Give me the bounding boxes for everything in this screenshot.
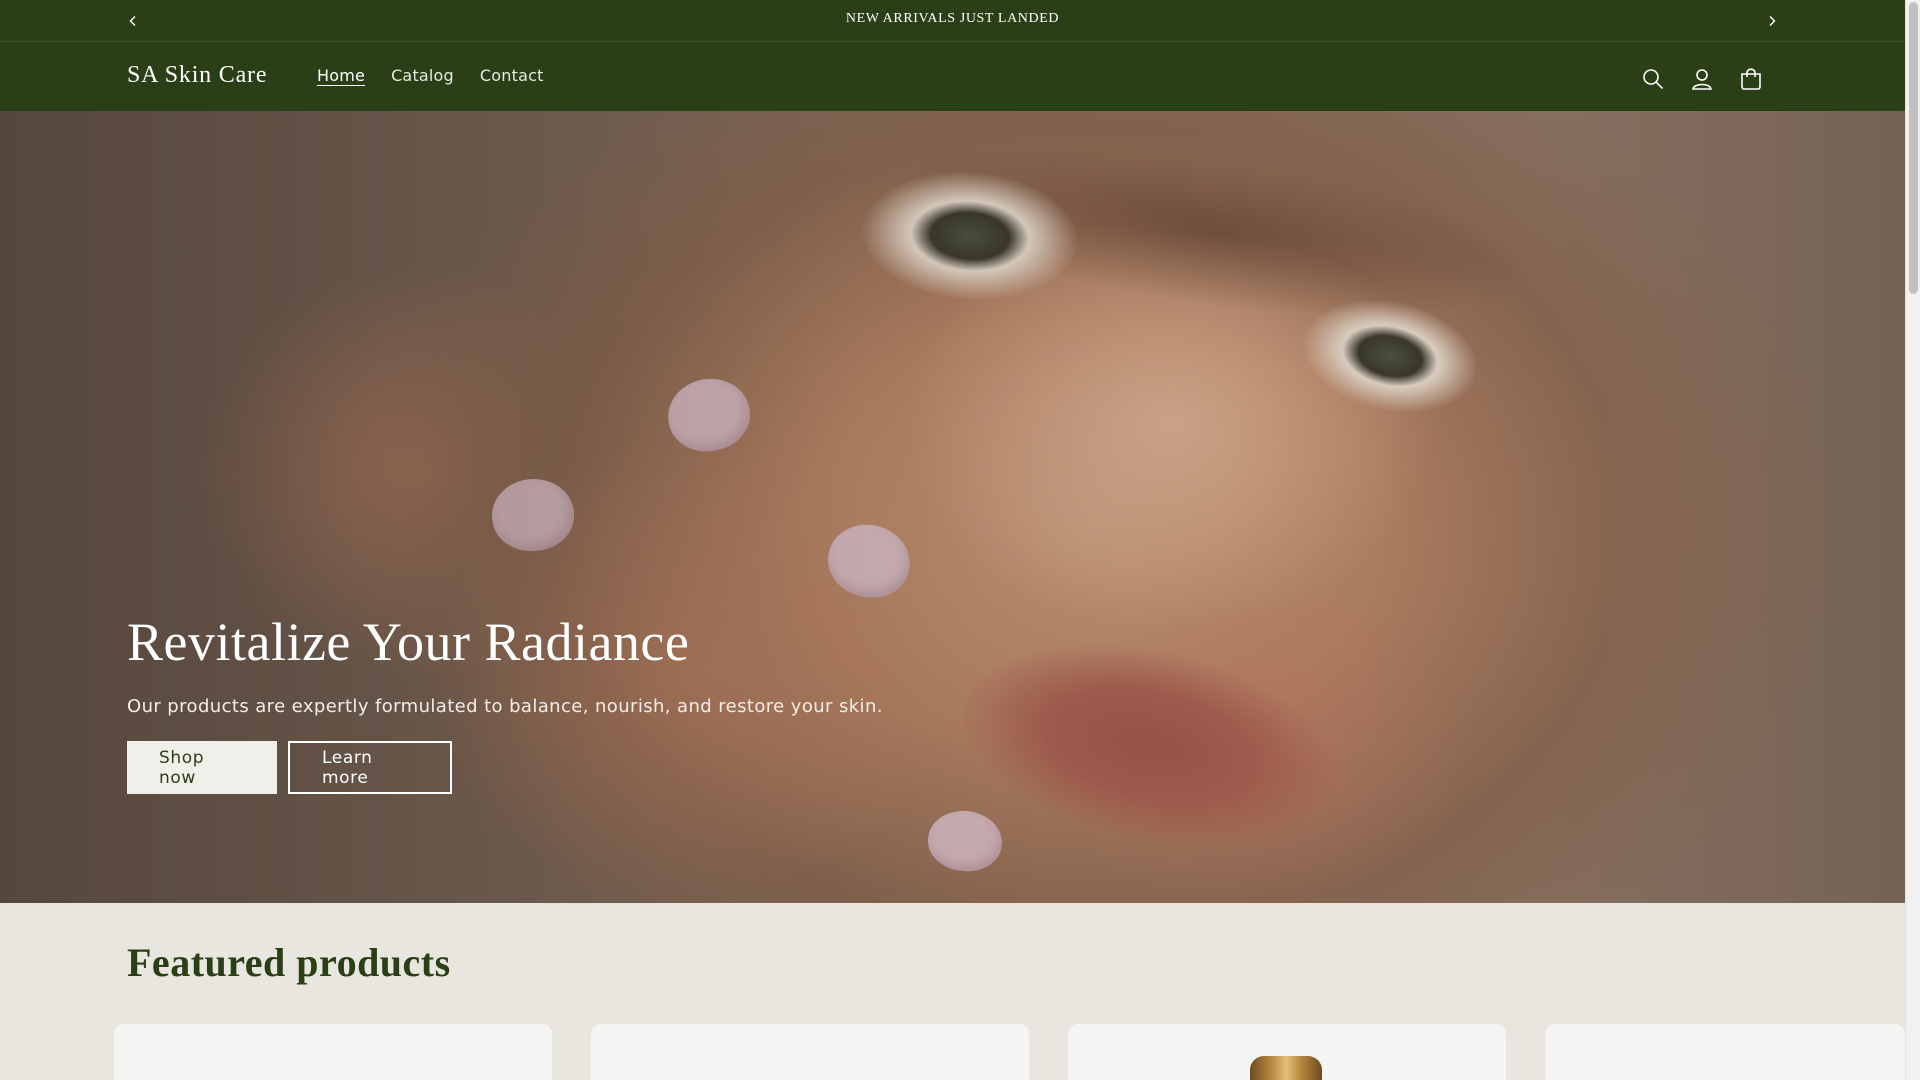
scrollbar-thumb[interactable] [1909, 2, 1918, 294]
main-nav: Home Catalog Contact [304, 66, 557, 85]
nav-link-home[interactable]: Home [304, 66, 378, 85]
product-card[interactable] [1068, 1024, 1506, 1080]
account-icon [1691, 68, 1712, 90]
product-card[interactable] [591, 1024, 1029, 1080]
page-scrollbar[interactable] [1905, 0, 1920, 1080]
announcement-text: NEW ARRIVALS JUST LANDED [845, 11, 1060, 26]
account-button[interactable] [1685, 62, 1718, 95]
announcement-bar: NEW ARRIVALS JUST LANDED [0, 0, 1905, 42]
search-button[interactable] [1636, 62, 1669, 95]
product-image-bottle [1250, 1056, 1322, 1080]
search-icon [1642, 68, 1663, 89]
shop-now-button[interactable]: Shop now [127, 741, 277, 795]
nav-link-catalog[interactable]: Catalog [378, 66, 467, 85]
learn-more-button[interactable]: Learn more [288, 741, 452, 795]
announcement-next-button[interactable] [1761, 10, 1783, 32]
hero-content: Revitalize Your Radiance Our products ar… [127, 612, 883, 795]
hero-subtitle: Our products are expertly formulated to … [127, 696, 883, 718]
header-actions [1636, 62, 1767, 95]
nav-link-contact[interactable]: Contact [467, 66, 557, 85]
featured-products-section: Featured products [0, 903, 1905, 1080]
product-card[interactable] [1545, 1024, 1905, 1080]
cart-icon [1740, 67, 1761, 90]
chevron-right-icon [1769, 16, 1776, 26]
featured-products-title: Featured products [127, 940, 451, 985]
site-header: SA Skin Care Home Catalog Contact [0, 42, 1905, 111]
hero-banner: Revitalize Your Radiance Our products ar… [0, 111, 1905, 903]
cart-button[interactable] [1734, 62, 1767, 95]
hero-title: Revitalize Your Radiance [127, 612, 690, 672]
product-card[interactable] [114, 1024, 552, 1080]
site-logo[interactable]: SA Skin Care [127, 62, 267, 89]
hero-buttons: Shop now Learn more [127, 741, 883, 795]
